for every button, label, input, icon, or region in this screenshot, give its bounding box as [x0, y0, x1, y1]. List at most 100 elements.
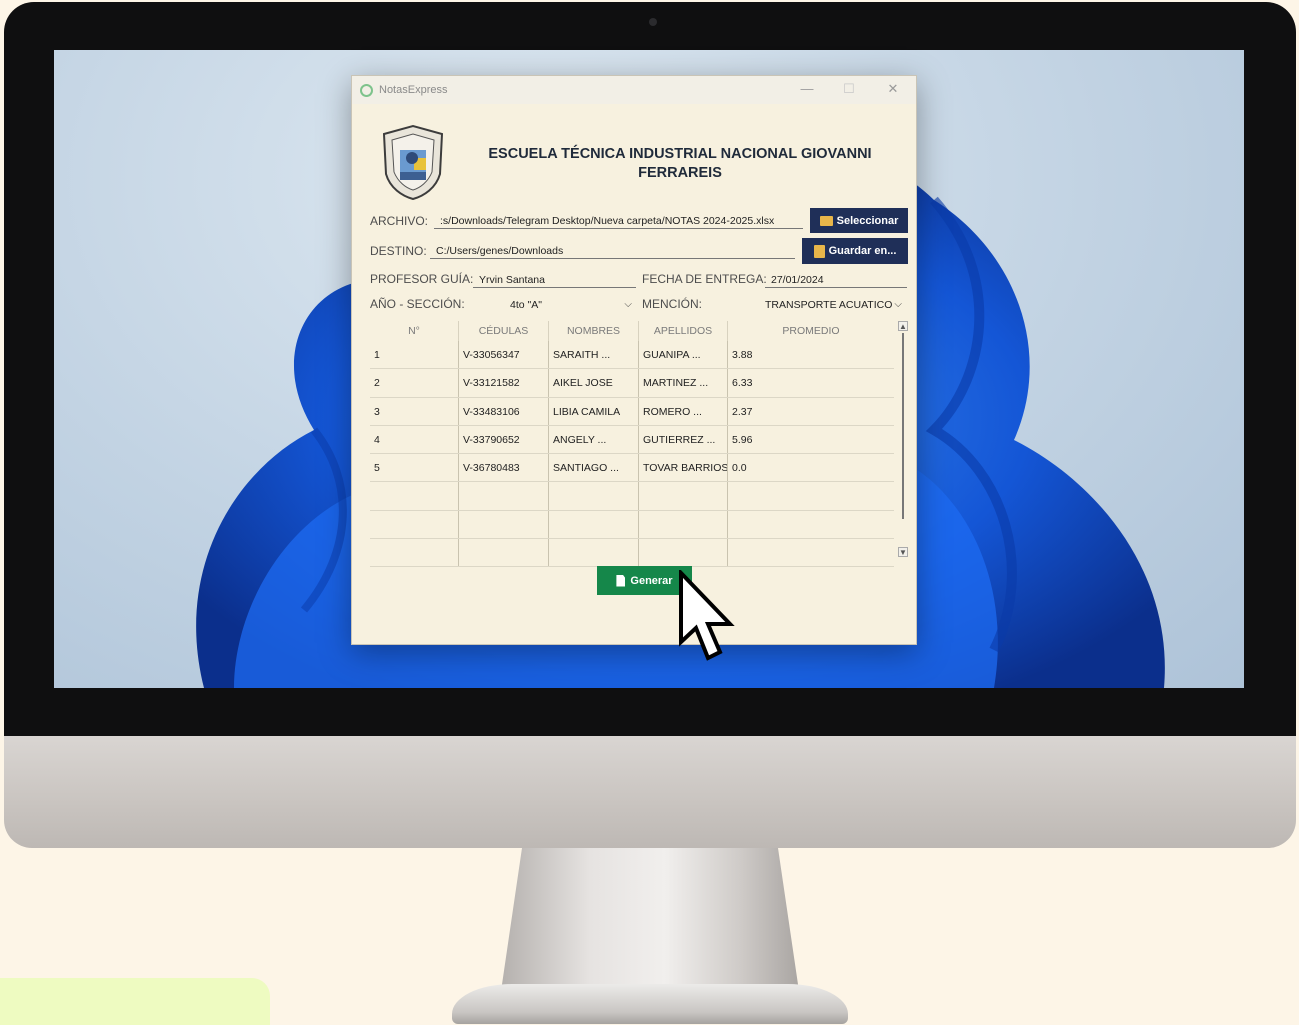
table-cell[interactable]: [639, 539, 728, 567]
school-header: ESCUELA TÉCNICA INDUSTRIAL NACIONAL GIOV…: [352, 104, 916, 204]
decorative-tab: [0, 978, 270, 1025]
table-cell[interactable]: ANGELY ...: [549, 425, 639, 454]
table-cell[interactable]: GUANIPA ...: [639, 341, 728, 369]
table-cell[interactable]: GUTIERREZ ...: [639, 425, 728, 454]
table-row[interactable]: [370, 482, 894, 511]
guardar-en-button[interactable]: Guardar en...: [802, 238, 908, 264]
column-header[interactable]: APELLIDOS: [639, 321, 728, 341]
fecha-label: FECHA DE ENTREGA:: [642, 272, 767, 286]
minimize-icon[interactable]: —: [799, 81, 815, 97]
table-cell[interactable]: [370, 510, 459, 539]
table-cell[interactable]: 5: [370, 454, 459, 482]
seleccionar-label: Seleccionar: [836, 214, 899, 227]
table-row[interactable]: 3 V-33483106 LIBIA CAMILA ROMERO ... 2.37: [370, 397, 894, 426]
scroll-up-icon[interactable]: ▲: [898, 321, 908, 331]
mouse-pointer-icon: [679, 570, 735, 661]
table-cell[interactable]: SANTIAGO ...: [549, 454, 639, 482]
table-cell[interactable]: MARTINEZ ...: [639, 369, 728, 397]
window-title: NotasExpress: [379, 84, 448, 96]
table-row[interactable]: 4 V-33790652 ANGELY ... GUTIERREZ ... 5.96: [370, 425, 894, 455]
table-row[interactable]: 5 V-36780483 SANTIAGO ... TOVAR BARRIOS 0.0: [370, 454, 894, 483]
table-cell[interactable]: V-33483106: [459, 397, 549, 425]
generar-label: Generar: [630, 574, 673, 587]
monitor-chin: [4, 736, 1296, 848]
guardar-en-label: Guardar en...: [828, 245, 897, 257]
vertical-scrollbar[interactable]: ▲ ▼: [898, 321, 908, 559]
table-cell[interactable]: [728, 511, 894, 538]
profesor-field[interactable]: Yrvin Santana: [473, 272, 636, 288]
column-header[interactable]: PROMEDIO: [728, 321, 894, 341]
table-cell[interactable]: SARAITH ...: [549, 341, 639, 369]
table-cell[interactable]: ROMERO ...: [639, 397, 728, 425]
table-cell[interactable]: LIBIA CAMILA: [549, 397, 639, 425]
table-cell[interactable]: TOVAR BARRIOS: [639, 454, 728, 482]
table-cell[interactable]: V-36780483: [459, 454, 549, 482]
monitor-stand: [500, 848, 800, 998]
table-row[interactable]: [370, 539, 894, 568]
table-cell[interactable]: [639, 510, 728, 539]
table-cell[interactable]: 5.96: [728, 426, 894, 453]
table-cell[interactable]: [549, 510, 639, 539]
table-cell[interactable]: [639, 482, 728, 510]
table-row[interactable]: 1 V-33056347 SARAITH ... GUANIPA ... 3.88: [370, 341, 894, 370]
chevron-down-icon: ⌵: [894, 299, 902, 310]
table-cell[interactable]: [459, 510, 549, 539]
mencion-select[interactable]: TRANSPORTE ACUATICO ⌵: [765, 297, 904, 313]
table-header: N° CÉDULAS NOMBRES APELLIDOS PROMEDIO: [370, 321, 894, 341]
save-icon: [813, 244, 825, 258]
chevron-down-icon: ⌵: [624, 299, 632, 310]
table-cell[interactable]: 6.33: [728, 369, 894, 396]
table-cell[interactable]: 2: [370, 369, 459, 397]
anio-seccion-select[interactable]: 4to "A" ⌵: [510, 297, 634, 313]
table-cell[interactable]: [549, 482, 639, 510]
destino-label: DESTINO:: [370, 244, 427, 258]
table-cell[interactable]: 4: [370, 425, 459, 454]
column-header[interactable]: CÉDULAS: [459, 321, 549, 341]
table-body: 1 V-33056347 SARAITH ... GUANIPA ... 3.88 2 V-…: [370, 341, 894, 568]
table-cell[interactable]: [549, 539, 639, 567]
column-header[interactable]: NOMBRES: [549, 321, 639, 341]
table-cell[interactable]: 2.37: [728, 398, 894, 425]
title-bar[interactable]: NotasExpress — ☐ ✕: [352, 76, 916, 104]
table-cell[interactable]: 3: [370, 397, 459, 425]
document-icon: [616, 574, 626, 587]
mencion-label: MENCIÓN:: [642, 297, 702, 311]
seleccionar-button[interactable]: Seleccionar: [810, 208, 908, 233]
table-cell[interactable]: [728, 482, 894, 509]
profesor-label: PROFESOR GUÍA:: [370, 272, 474, 286]
table-cell[interactable]: [370, 539, 459, 567]
app-icon: [360, 83, 373, 97]
table-cell[interactable]: AIKEL JOSE: [549, 369, 639, 397]
table-row[interactable]: [370, 510, 894, 540]
table-cell[interactable]: V-33121582: [459, 369, 549, 397]
table-cell[interactable]: V-33790652: [459, 425, 549, 454]
school-shield-logo: [382, 124, 444, 200]
fecha-field[interactable]: 27/01/2024: [765, 272, 907, 288]
column-header[interactable]: N°: [370, 321, 459, 341]
folder-icon: [819, 215, 833, 226]
table-cell[interactable]: 1: [370, 341, 459, 369]
app-window: NotasExpress — ☐ ✕ ESCUELA TÉCNICA INDUS…: [351, 75, 917, 645]
table-cell[interactable]: [459, 482, 549, 510]
table-cell[interactable]: [370, 482, 459, 510]
anio-seccion-value: 4to "A": [510, 299, 542, 311]
school-name: ESCUELA TÉCNICA INDUSTRIAL NACIONAL GIOV…: [488, 146, 872, 181]
anio-seccion-label: AÑO - SECCIÓN:: [370, 297, 465, 311]
archivo-label: ARCHIVO:: [370, 214, 429, 228]
table-cell[interactable]: V-33056347: [459, 341, 549, 369]
scroll-down-icon[interactable]: ▼: [898, 547, 908, 557]
monitor-foot: [452, 984, 848, 1024]
scroll-thumb[interactable]: [902, 333, 904, 519]
mencion-value: TRANSPORTE ACUATICO: [765, 299, 893, 311]
camera-icon: [649, 18, 657, 26]
table-cell[interactable]: [459, 539, 549, 567]
table-cell[interactable]: 0.0: [728, 454, 894, 481]
table-row[interactable]: 2 V-33121582 AIKEL JOSE MARTINEZ ... 6.33: [370, 369, 894, 398]
table-cell[interactable]: 3.88: [728, 341, 894, 368]
table-cell[interactable]: [728, 539, 894, 566]
students-table: N° CÉDULAS NOMBRES APELLIDOS PROMEDIO 1V…: [370, 321, 911, 568]
close-icon[interactable]: ✕: [885, 81, 901, 97]
archivo-field[interactable]: :s/Downloads/Telegram Desktop/Nueva carp…: [434, 213, 803, 229]
destino-field[interactable]: C:/Users/genes/Downloads: [430, 243, 795, 259]
maximize-icon[interactable]: ☐: [841, 81, 857, 97]
